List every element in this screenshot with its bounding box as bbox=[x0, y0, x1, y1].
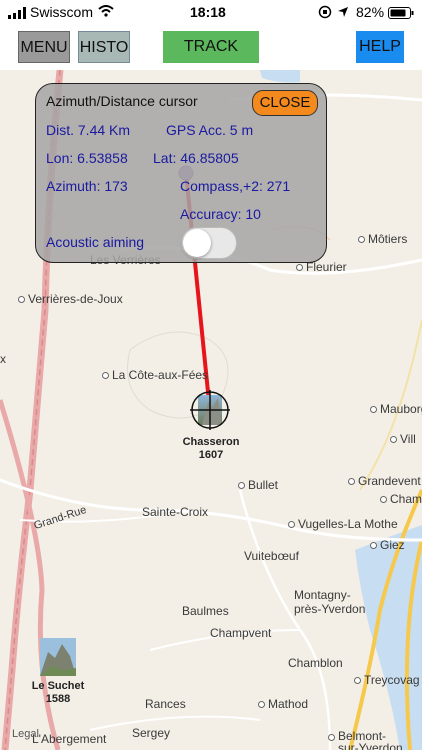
track-button[interactable]: TRACK bbox=[163, 31, 259, 63]
suchet-peak-marker[interactable] bbox=[40, 638, 76, 676]
location-arrow-icon bbox=[337, 5, 349, 21]
longitude-value: Lon: 6.53858 bbox=[46, 150, 128, 166]
accuracy-value: Accuracy: 10 bbox=[180, 206, 261, 222]
carrier-label: Swisscom bbox=[30, 4, 94, 20]
legal-link[interactable]: Legal bbox=[12, 728, 39, 740]
place-mauborget: Mauborg bbox=[369, 402, 422, 416]
place-motiers: Môtiers bbox=[357, 232, 408, 246]
histo-button[interactable]: HISTO bbox=[78, 31, 130, 63]
battery-percent: 82% bbox=[356, 4, 385, 20]
wifi-icon bbox=[98, 4, 114, 20]
place-verrieres-de-joux: Verrières-de-Joux bbox=[18, 292, 123, 306]
place-bullet: Bullet bbox=[237, 478, 279, 492]
place-labergement: L'Abergement bbox=[32, 732, 107, 746]
lake-top-shape bbox=[260, 70, 300, 83]
toolbar: MENU HISTO TRACK HELP bbox=[0, 24, 422, 70]
place-montagny: Montagny-près-Yverdon bbox=[294, 588, 366, 616]
place-vuiteboeuf: Vuitebœuf bbox=[244, 549, 299, 563]
distance-value: Dist. 7.44 Km bbox=[46, 122, 131, 138]
status-bar: Swisscom 18:18 82% bbox=[0, 0, 422, 24]
place-belmont: Belmont-sur-Yverdon bbox=[328, 730, 403, 750]
azimuth-distance-panel: Azimuth/Distance cursor CLOSE Dist. 7.44… bbox=[35, 83, 327, 263]
compass-value: Compass,+2: 271 bbox=[180, 178, 291, 194]
place-vugelles: Vugelles-La Mothe bbox=[288, 517, 398, 531]
close-button[interactable]: CLOSE bbox=[252, 90, 318, 116]
suchet-name: Le Suchet bbox=[31, 680, 85, 692]
place-mathod: Mathod bbox=[257, 697, 309, 711]
place-treycovagnes: Treycovag bbox=[354, 673, 420, 687]
place-grandevent: Grandevent bbox=[348, 474, 421, 488]
place-baulmes: Baulmes bbox=[182, 604, 229, 618]
menu-button[interactable]: MENU bbox=[18, 31, 70, 63]
chasseron-elevation: 1607 bbox=[198, 449, 224, 461]
panel-title: Azimuth/Distance cursor bbox=[46, 93, 198, 109]
chasseron-label: Chasseron 1607 bbox=[174, 436, 248, 462]
chasseron-peak-marker[interactable] bbox=[190, 390, 230, 430]
signal-icon bbox=[8, 6, 26, 22]
toggle-knob bbox=[183, 229, 211, 257]
azimuth-value: Azimuth: 173 bbox=[46, 178, 128, 194]
place-sergey: Sergey bbox=[132, 726, 171, 740]
lake-shape bbox=[355, 525, 422, 750]
suchet-elevation: 1588 bbox=[45, 693, 71, 705]
place-chamblon: Chamblon bbox=[288, 656, 343, 670]
place-rances: Rances bbox=[145, 697, 186, 711]
place-champvent: Champvent bbox=[210, 626, 272, 640]
place-sainte-croix: Sainte-Croix bbox=[142, 505, 209, 519]
acoustic-aiming-toggle[interactable] bbox=[181, 227, 237, 259]
place-champagne: Cham bbox=[379, 492, 422, 506]
battery-icon bbox=[388, 6, 414, 22]
suchet-label: Le Suchet 1588 bbox=[20, 680, 96, 706]
rotation-lock-icon bbox=[318, 5, 332, 22]
clock: 18:18 bbox=[190, 4, 226, 20]
place-giez: Giez bbox=[370, 538, 405, 552]
acoustic-aiming-label: Acoustic aiming bbox=[46, 234, 145, 250]
gps-accuracy-value: GPS Acc. 5 m bbox=[166, 122, 254, 138]
place-villars: Vill bbox=[390, 432, 416, 446]
help-button[interactable]: HELP bbox=[356, 31, 404, 63]
place-la-cote-aux-fees: La Côte-aux-Fées bbox=[101, 368, 209, 382]
chasseron-name: Chasseron bbox=[182, 436, 240, 448]
place-partial-left: x bbox=[0, 352, 6, 366]
latitude-value: Lat: 46.85805 bbox=[153, 150, 239, 166]
